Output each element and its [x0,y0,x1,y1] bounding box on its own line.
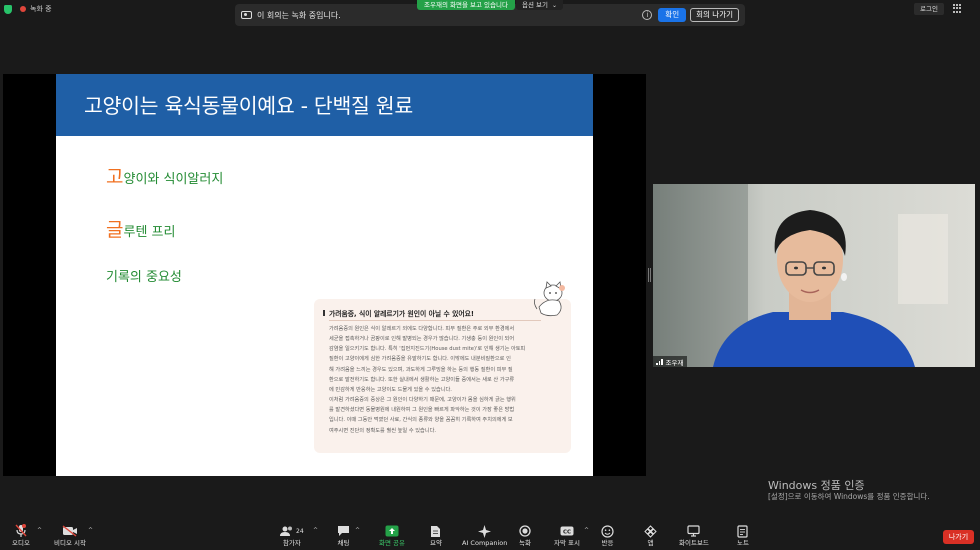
share-screen-icon [385,524,399,538]
login-button[interactable]: 로그인 [914,3,944,15]
chat-button[interactable]: 채팅 [337,524,350,548]
screen-share-banner: 조우재의 화면을 보고 있습니다 [417,0,515,10]
sparkle-icon [478,524,492,538]
leave-meeting-button[interactable]: 회의 나가기 [690,8,739,22]
summary-button[interactable]: 요약 [430,524,442,548]
bullet-text: 기록의 중요성 [106,270,182,285]
whiteboard-label: 화이트보드 [679,539,709,547]
record-icon [519,524,531,538]
windows-activation-subtitle: [설정]으로 이동하여 Windows를 정품 인증합니다. [768,492,930,501]
video-off-icon [62,524,78,538]
shield-icon [4,4,12,14]
notes-label: 노트 [737,539,749,547]
captions-options-chevron-icon[interactable]: ^ [584,527,589,534]
participants-count: 24 [296,527,304,535]
svg-text:CC: CC [563,529,571,535]
bullet-cat-food-allergy: 고양이와 식이알러지 [106,162,223,189]
record-button[interactable]: 녹화 [519,524,531,548]
audio-button[interactable]: 오디오 [12,524,30,548]
participants-label: 참가자 [282,539,301,547]
signal-bars-icon [656,358,663,365]
bullet-gluten-free: 글루텐 프리 [106,215,175,242]
ai-companion-label: AI Companion [462,539,508,547]
participant-video-feed [653,184,975,367]
slide-title: 고양이는 육식동물이예요 - 단백질 원료 [84,94,413,118]
participants-button[interactable]: 24 참가자 [280,524,304,548]
recording-status[interactable]: 녹화 중 [4,4,52,14]
video-label: 비디오 시작 [54,539,86,547]
divider [329,320,541,321]
info-card-line: 입니다. 이때 그동안 먹였던 사료, 간식의 종류와 양을 꼼꼼히 기록하여 … [329,417,513,424]
leave-button[interactable]: 나가기 [943,530,974,544]
info-card-line: 가려움증의 원인은 식이 알레르기 외에도 다양합니다. 피부 질환은 주로 외… [329,326,515,332]
reactions-label: 반응 [601,539,614,547]
summary-label: 요약 [430,539,442,547]
cc-icon: CC [560,524,574,538]
info-card-line: 여주시면 진단의 정확도를 훨씬 높일 수 있습니다. [329,427,436,434]
captions-label: 자막 표시 [554,539,580,547]
info-card-line: 를 발견하셨다면 동물병원에 내원하여 그 원인을 빠르게 파악하는 것이 가장… [329,407,515,414]
panel-resize-handle[interactable] [648,268,651,282]
grid-view-icon[interactable] [953,4,963,13]
cat-illustration-icon [533,281,565,317]
confirm-button[interactable]: 확인 [658,8,687,22]
recording-status-label: 녹화 중 [30,5,52,13]
chevron-down-icon: ⌄ [552,2,558,9]
bullet-initial: 고 [106,166,124,188]
slide-header: 고양이는 육식동물이예요 - 단백질 원료 [56,74,593,136]
ai-companion-button[interactable]: AI Companion [462,524,507,548]
captions-button[interactable]: CC 자막 표시 [554,524,580,548]
recording-dot-icon [20,6,26,12]
audio-options-chevron-icon[interactable]: ^ [37,527,42,534]
microphone-muted-icon [15,524,27,538]
info-card-line: 질환이 고양이에게 심한 가려움증을 유발하기도 합니다. 이밖에도 내분비질환… [329,356,511,363]
view-options-label: 옵션 보기 [522,1,548,9]
smiley-icon [601,524,614,538]
info-card-line: 감염을 일으키기도 합니다. 특히 '집먼지진드기(House dust mit… [329,346,526,353]
bullet-text: 양이와 식이알러지 [123,172,224,187]
chat-icon [337,524,350,538]
people-icon [280,526,292,536]
chat-label: 채팅 [337,539,350,547]
info-icon[interactable]: i [642,10,653,20]
participant-name-tag: 조우재 [653,356,688,367]
info-card-line: 이처럼 가려움증의 증상은 그 원인이 다양하기 때문에, 고양이가 몸을 심하… [329,397,516,404]
record-label: 녹화 [519,539,531,547]
video-start-button[interactable]: 비디오 시작 [54,524,86,548]
shared-screen: 고양이는 육식동물이예요 - 단백질 원료 고양이와 식이알러지 글루텐 프리 … [3,74,646,476]
audio-label: 오디오 [12,539,30,547]
video-options-chevron-icon[interactable]: ^ [88,527,93,534]
chat-options-chevron-icon[interactable]: ^ [355,527,360,534]
participant-name: 조우재 [665,358,684,367]
info-card-body: 가려움증의 원인은 식이 알레르기 외에도 다양합니다. 피부 질환은 주로 외… [329,324,569,436]
document-icon [430,524,441,538]
recording-camera-icon [241,11,252,19]
participant-video-tile[interactable]: 조우재 [653,184,975,367]
bullet-text: 루텐 프리 [123,225,176,240]
participants-options-chevron-icon[interactable]: ^ [313,527,318,534]
info-card-line: 환으로 발전하기도 합니다. 또한 실내에서 생활하는 고양이들 중에서는 새로… [329,376,515,383]
participants-icon-wrap: 24 [280,524,304,538]
info-card-title: 가려움증, 식이 알레르기가 원인이 아닐 수 있어요! [323,310,474,318]
view-options-button[interactable]: 옵션 보기 ⌄ [516,0,564,10]
apps-button[interactable]: 앱 [644,524,657,548]
notes-icon [737,524,749,538]
bullet-record-importance: 기록의 중요성 [106,266,182,285]
bullet-initial: 글 [106,219,124,241]
info-card-line: 해 가려움을 느끼는 경우도 있으며, 과도하게 그루밍을 하는 등의 행동 질… [329,366,513,373]
apps-icon [644,524,657,538]
info-card: 가려움증, 식이 알레르기가 원인이 아닐 수 있어요! 가려움증의 원인은 식… [314,281,571,453]
info-card-line: 에 민감하게 반응하는 고양이도 드물게 있을 수 있습니다. [329,386,452,393]
share-screen-label: 화면 공유 [379,539,405,547]
reactions-button[interactable]: 반응 [601,524,614,548]
whiteboard-button[interactable]: 화이트보드 [679,524,709,548]
recording-notice-text: 이 회의는 녹화 중입니다. [257,10,341,20]
whiteboard-icon [687,524,701,538]
share-screen-button[interactable]: 화면 공유 [379,524,405,548]
notes-button[interactable]: 노트 [737,524,749,548]
apps-label: 앱 [647,539,654,547]
presentation-slide: 고양이는 육식동물이예요 - 단백질 원료 고양이와 식이알러지 글루텐 프리 … [56,74,593,476]
info-card-line: 세균을 접촉하거나 곰팡이로 인해 발병되는 경우가 많습니다. 기생충 등이 … [329,336,515,343]
